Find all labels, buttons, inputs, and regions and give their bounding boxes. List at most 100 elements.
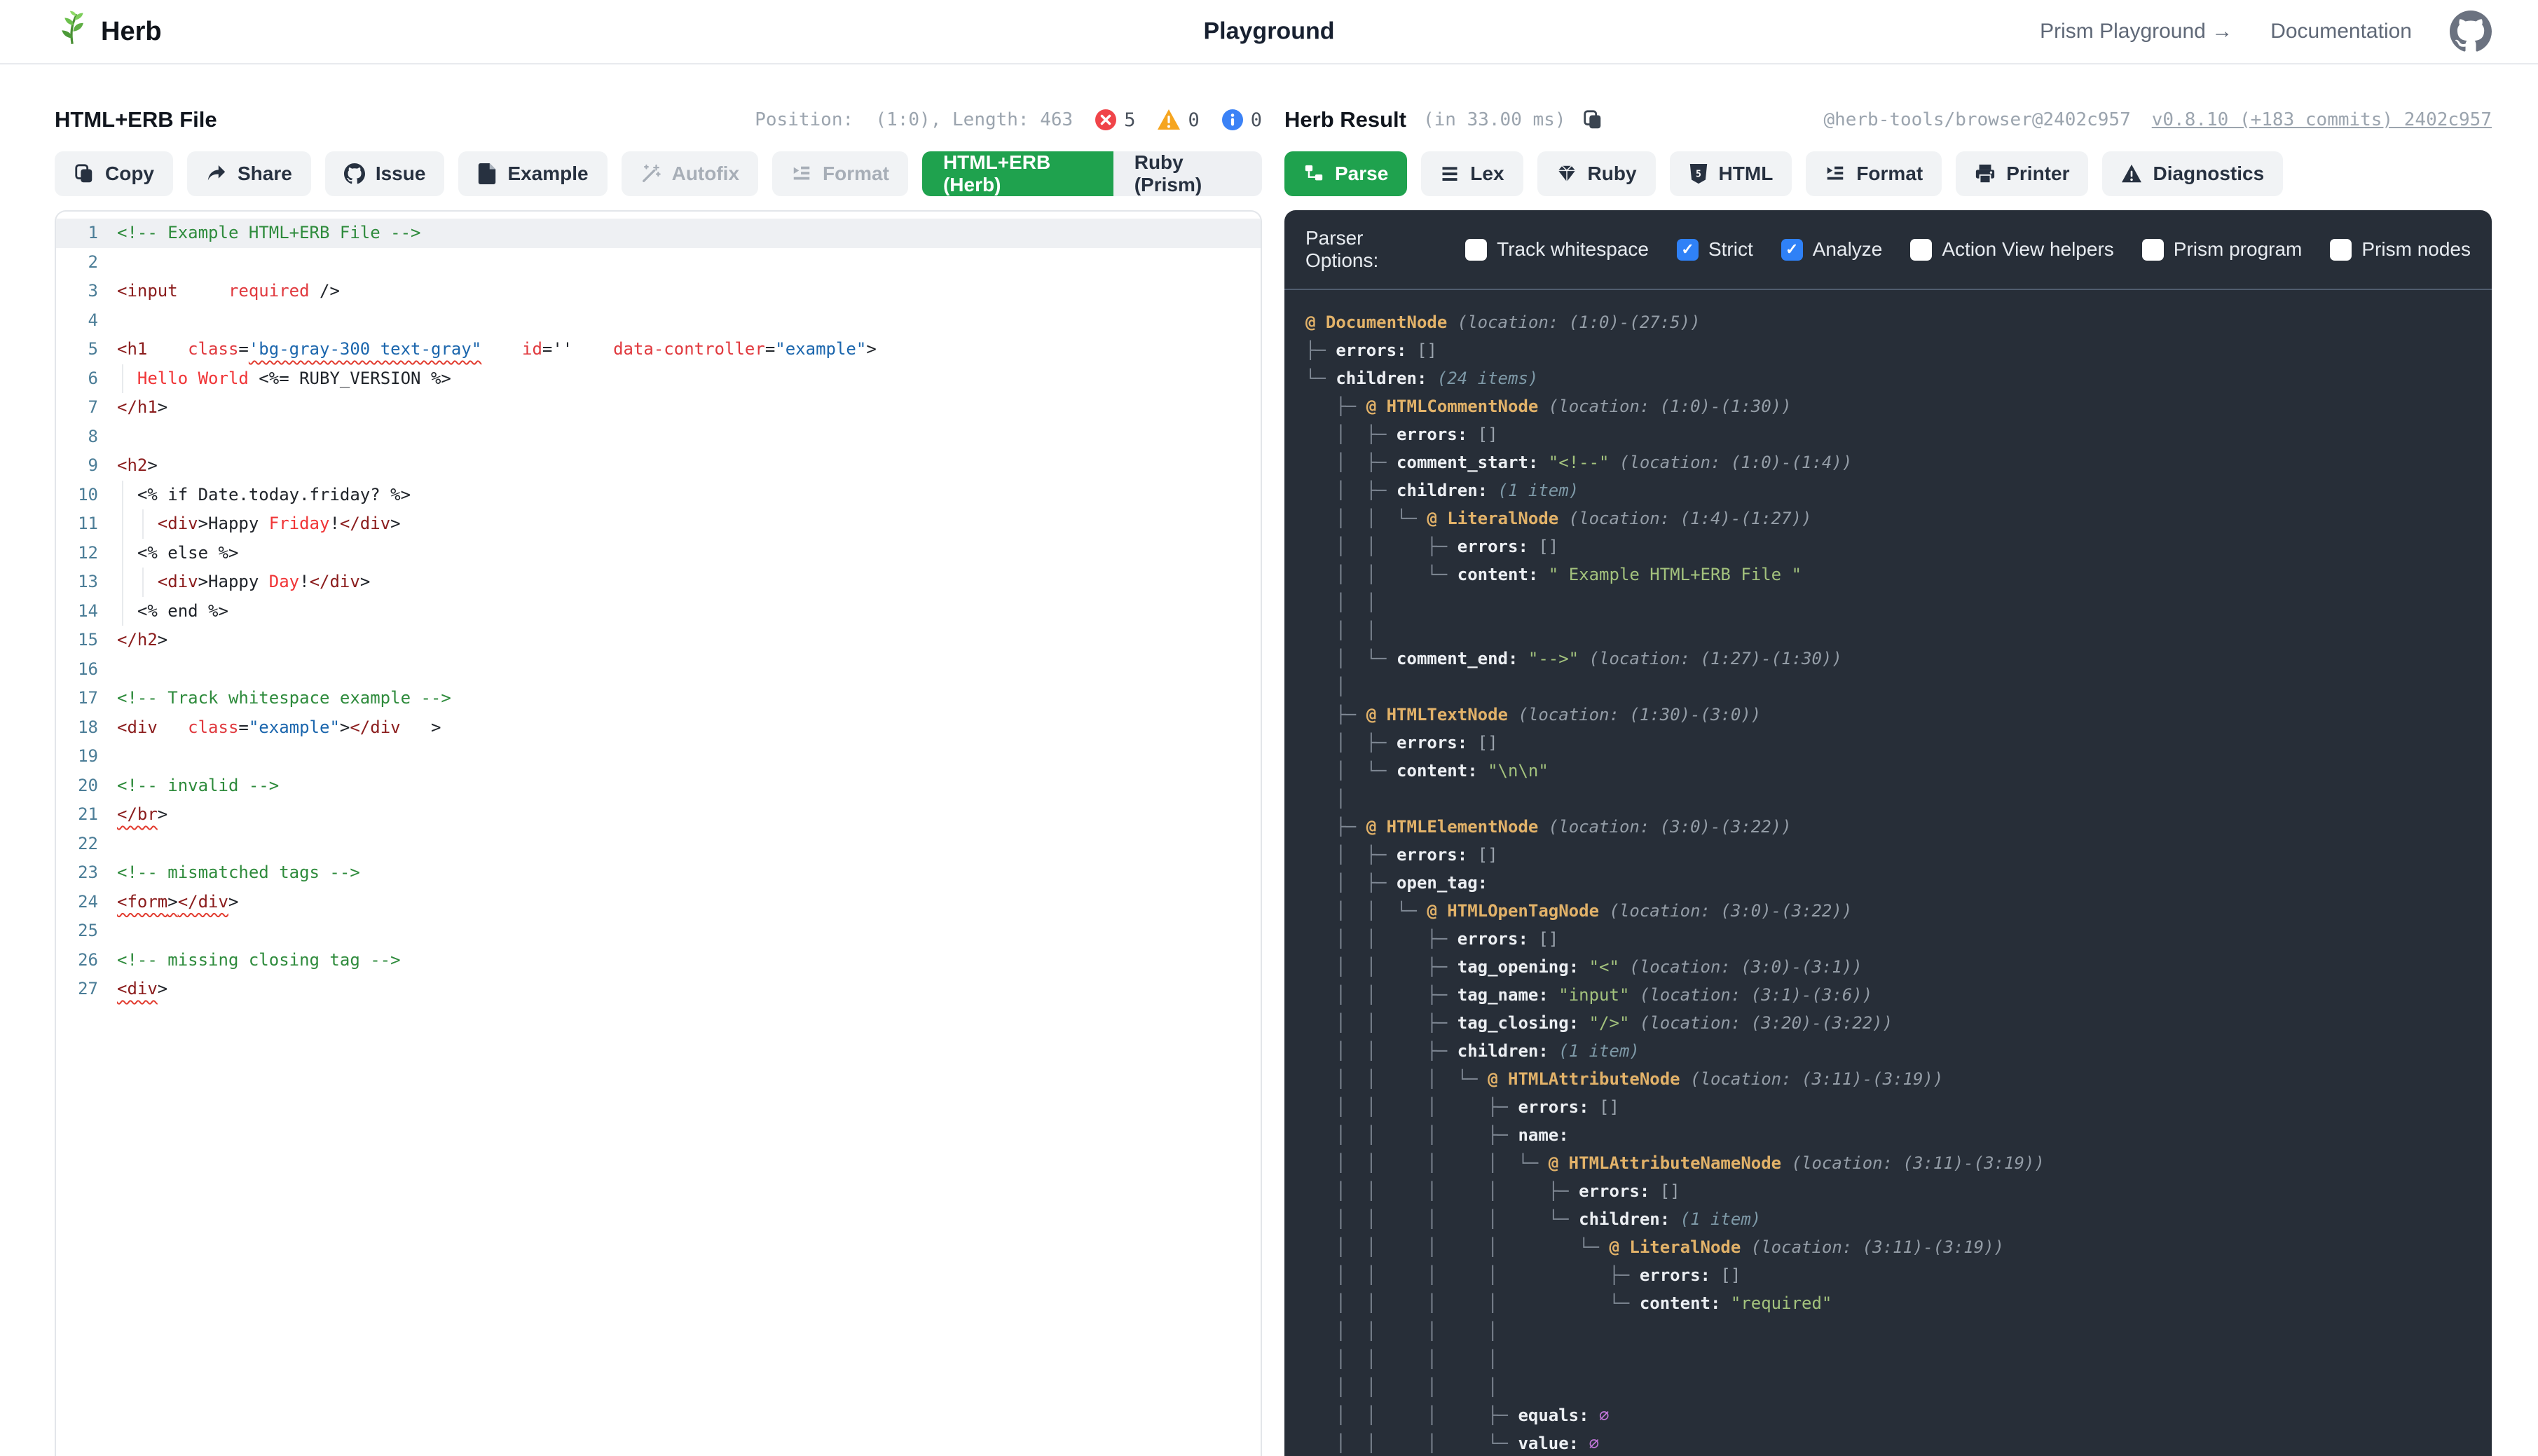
tree-line: │ │ ├─ errors: []	[1305, 533, 2471, 561]
diagnostics-button[interactable]: Diagnostics	[2102, 151, 2283, 196]
code-line[interactable]: 27<div>	[56, 975, 1261, 1004]
code-line[interactable]: 26<!-- missing closing tag -->	[56, 946, 1261, 975]
code-line[interactable]: 23<!-- mismatched tags -->	[56, 858, 1261, 888]
line-number: 3	[56, 277, 98, 306]
package-version: @herb-tools/browser@2402c957	[1823, 109, 2130, 130]
line-number: 10	[56, 481, 98, 510]
code-line[interactable]: 21</br>	[56, 800, 1261, 830]
tree-line: │ │ │ ├─ name:	[1305, 1121, 2471, 1149]
code-line[interactable]: 3<input required />	[56, 277, 1261, 306]
tree-line: │ ├─ errors: []	[1305, 420, 2471, 448]
parser-option-track-whitespace[interactable]: Track whitespace	[1465, 238, 1649, 261]
herb-leaf-logo-icon	[55, 10, 91, 53]
code-line[interactable]: 15</h2>	[56, 626, 1261, 655]
code-editor[interactable]: 1<!-- Example HTML+ERB File -->23<input …	[55, 210, 1262, 1456]
checkbox-unchecked[interactable]	[2330, 239, 2352, 261]
parse-button[interactable]: Parse	[1284, 151, 1407, 196]
tree-line: │ │ ├─ tag_opening: "<" (location: (3:0)…	[1305, 953, 2471, 981]
code-line[interactable]: 2	[56, 248, 1261, 277]
tree-line: │	[1305, 673, 2471, 701]
code-line[interactable]: 4	[56, 306, 1261, 336]
tree-line: │ │ │ │	[1305, 1373, 2471, 1401]
line-number: 18	[56, 713, 98, 743]
copy-result-icon[interactable]	[1582, 109, 1603, 130]
code-line[interactable]: 19	[56, 742, 1261, 771]
cursor-position-status: Position: (1:0), Length: 463	[755, 109, 1073, 130]
code-line[interactable]: 16	[56, 655, 1261, 685]
line-number: 14	[56, 597, 98, 626]
app-header: Herb Playground Prism Playground → Docum…	[0, 0, 2538, 64]
tree-line: │ └─ content: "\n\n"	[1305, 757, 2471, 785]
parser-option-label: Analyze	[1813, 238, 1883, 261]
tab-ruby-prism[interactable]: Ruby (Prism)	[1113, 151, 1262, 196]
code-line[interactable]: 18<div class="example"></div >	[56, 713, 1261, 743]
code-line[interactable]: 9<h2>	[56, 451, 1261, 481]
result-format-button[interactable]: Format	[1806, 151, 1942, 196]
line-number: 8	[56, 423, 98, 452]
code-line[interactable]: 22	[56, 830, 1261, 859]
version-link[interactable]: v0.8.10 (+183 commits) 2402c957	[2152, 109, 2492, 130]
code-line[interactable]: 10 <% if Date.today.friday? %>	[56, 481, 1261, 510]
ruby-button[interactable]: Ruby	[1537, 151, 1656, 196]
tree-line: │ │ │ │ └─ @ LiteralNode (location: (3:1…	[1305, 1233, 2471, 1261]
warning-icon	[1156, 108, 1181, 132]
code-line[interactable]: 13 <div>Happy Day!</div>	[56, 568, 1261, 597]
code-line[interactable]: 24<form></div>	[56, 888, 1261, 917]
parser-option-action-view-helpers[interactable]: Action View helpers	[1910, 238, 2113, 261]
diagnostics-warning-icon	[2121, 164, 2142, 184]
format-indent-icon	[791, 163, 812, 184]
code-line[interactable]: 11 <div>Happy Friday!</div>	[56, 509, 1261, 539]
format-button[interactable]: Format	[772, 151, 908, 196]
lex-button[interactable]: Lex	[1421, 151, 1523, 196]
checkbox-unchecked[interactable]	[2142, 239, 2164, 261]
tree-line: │ │ └─ @ LiteralNode (location: (1:4)-(1…	[1305, 504, 2471, 533]
parser-option-label: Action View helpers	[1942, 238, 2113, 261]
code-line[interactable]: 5<h1 class='bg-gray-300 text-gray" id=''…	[56, 335, 1261, 364]
printer-button[interactable]: Printer	[1956, 151, 2088, 196]
tree-line: │ │ └─ content: " Example HTML+ERB File …	[1305, 561, 2471, 589]
code-line[interactable]: 17<!-- Track whitespace example -->	[56, 684, 1261, 713]
share-button[interactable]: Share	[187, 151, 311, 196]
share-icon	[206, 163, 227, 184]
line-number: 21	[56, 800, 98, 830]
prism-playground-link[interactable]: Prism Playground →	[2040, 20, 2232, 43]
code-line[interactable]: 8	[56, 423, 1261, 452]
github-icon[interactable]	[2450, 11, 2492, 53]
parser-option-analyze[interactable]: ✓ Analyze	[1781, 238, 1883, 261]
parser-option-prism-program[interactable]: Prism program	[2142, 238, 2303, 261]
parse-timing: (in 33.00 ms)	[1423, 109, 1566, 130]
checkbox-checked[interactable]: ✓	[1677, 239, 1699, 261]
tree-line: │ │	[1305, 617, 2471, 645]
file-icon	[477, 163, 497, 184]
code-line[interactable]: 1<!-- Example HTML+ERB File -->	[56, 219, 1261, 248]
code-line[interactable]: 25	[56, 916, 1261, 946]
line-number: 11	[56, 509, 98, 539]
example-button[interactable]: Example	[458, 151, 607, 196]
parser-option-label: Prism program	[2174, 238, 2303, 261]
html-button[interactable]: 5 HTML	[1670, 151, 1792, 196]
tree-line: │ │ │ │	[1305, 1345, 2471, 1373]
autofix-button[interactable]: Autofix	[622, 151, 758, 196]
checkbox-checked[interactable]: ✓	[1781, 239, 1803, 261]
checkbox-unchecked[interactable]	[1910, 239, 1932, 261]
parser-option-strict[interactable]: ✓Strict	[1677, 238, 1753, 261]
code-line[interactable]: 12 <% else %>	[56, 539, 1261, 568]
issue-button[interactable]: Issue	[325, 151, 445, 196]
tree-line: │ │ │ │ └─ @ HTMLAttributeNameNode (loca…	[1305, 1149, 2471, 1177]
brand[interactable]: Herb	[55, 10, 162, 53]
tree-line: ├─ @ HTMLCommentNode (location: (1:0)-(1…	[1305, 392, 2471, 420]
tab-html-erb-herb[interactable]: HTML+ERB (Herb)	[922, 151, 1113, 196]
documentation-link[interactable]: Documentation	[2270, 20, 2412, 43]
tree-line: │	[1305, 785, 2471, 813]
checkbox-unchecked[interactable]	[1465, 239, 1487, 261]
parser-option-prism-nodes[interactable]: Prism nodes	[2330, 238, 2471, 261]
tree-line: ├─ @ HTMLElementNode (location: (3:0)-(3…	[1305, 813, 2471, 841]
warning-count-badge: 0	[1156, 108, 1199, 132]
code-line[interactable]: 6 Hello World <%= RUBY_VERSION %>	[56, 364, 1261, 394]
copy-button[interactable]: Copy	[55, 151, 173, 196]
code-line[interactable]: 14 <% end %>	[56, 597, 1261, 626]
code-line[interactable]: 7</h1>	[56, 393, 1261, 423]
tree-line: ├─ @ HTMLTextNode (location: (1:30)-(3:0…	[1305, 701, 2471, 729]
code-line[interactable]: 20<!-- invalid -->	[56, 771, 1261, 801]
tree-line: │ ├─ children: (1 item)	[1305, 476, 2471, 504]
